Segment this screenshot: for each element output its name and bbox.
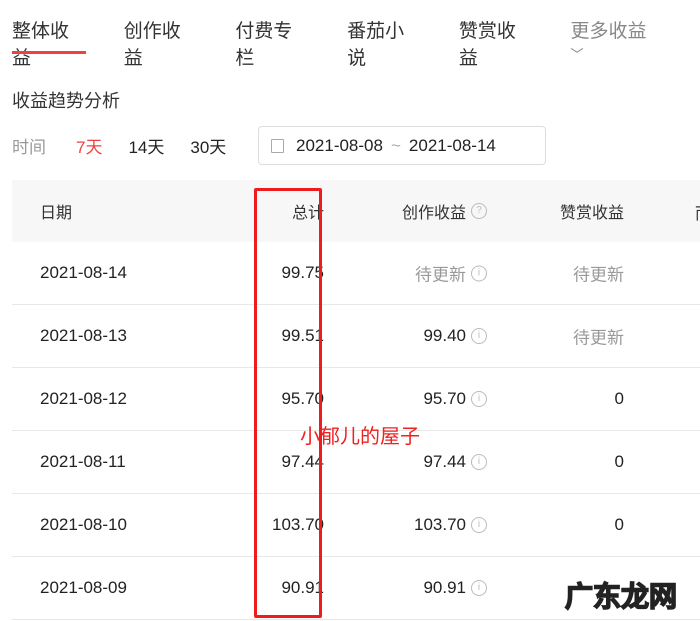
row-creation: 103.70 i: [414, 515, 487, 535]
info-icon[interactable]: i: [471, 328, 487, 344]
row-creation-value: 97.44: [423, 452, 466, 471]
time-label: 时间: [12, 137, 46, 157]
row-reward: 待更新: [573, 265, 624, 285]
header-creation: 创作收益?: [402, 199, 487, 223]
earnings-table: 日期 总计 创作收益? 赞赏收益 2021-08-14 99.75 待更新 i 待…: [12, 180, 700, 620]
info-icon[interactable]: i: [471, 580, 487, 596]
tab-more[interactable]: 更多收益 ﹀: [570, 16, 662, 62]
option-14d[interactable]: 14天: [128, 133, 164, 158]
info-icon[interactable]: i: [471, 517, 487, 533]
option-30d[interactable]: 30天: [190, 133, 226, 158]
tab-reward[interactable]: 赞赏收益: [459, 16, 533, 69]
tab-more-label: 更多收益: [570, 21, 647, 42]
tab-creation[interactable]: 创作收益: [124, 16, 198, 69]
row-date: 2021-08-11: [40, 452, 126, 471]
table-row: 2021-08-13 99.51 99.40 i 待更新: [12, 305, 700, 368]
info-icon[interactable]: i: [471, 265, 487, 281]
tab-overall[interactable]: 整体收益: [12, 16, 86, 69]
row-date: 2021-08-10: [40, 515, 127, 534]
row-creation: 待更新 i: [415, 261, 487, 286]
row-reward: 0: [614, 452, 624, 471]
highlight-box: [254, 188, 322, 618]
date-range-picker[interactable]: 2021-08-08 ~ 2021-08-14: [258, 126, 546, 165]
site-watermark: 广东龙网: [564, 580, 678, 613]
header-date: 日期: [40, 205, 73, 222]
info-icon[interactable]: i: [471, 454, 487, 470]
table-row: 2021-08-10 103.70 103.70 i 0: [12, 494, 700, 557]
header-creation-label: 创作收益: [401, 205, 466, 222]
start-date: 2021-08-08: [296, 135, 383, 155]
calendar-icon: [271, 138, 284, 153]
section-title: 收益趋势分析: [12, 91, 120, 111]
row-creation-value: 待更新: [415, 265, 466, 285]
watermark: 小郁儿的屋子: [300, 426, 420, 448]
row-creation: 95.70 i: [423, 389, 487, 409]
row-reward: 待更新: [573, 328, 624, 348]
header-cutoff: 而: [695, 200, 700, 224]
row-creation: 99.40 i: [423, 326, 487, 346]
row-date: 2021-08-14: [40, 263, 127, 282]
row-creation-value: 99.40: [423, 326, 466, 345]
row-date: 2021-08-09: [40, 578, 127, 597]
info-icon[interactable]: i: [471, 391, 487, 407]
table-header: 日期 总计 创作收益? 赞赏收益: [12, 180, 700, 242]
row-date: 2021-08-13: [40, 326, 127, 345]
tab-paid-column[interactable]: 付费专栏: [235, 16, 309, 69]
row-creation-value: 103.70: [414, 515, 466, 534]
row-creation: 90.91 i: [423, 578, 487, 598]
table-row: 2021-08-14 99.75 待更新 i 待更新: [12, 242, 700, 305]
row-reward: 0: [614, 515, 624, 534]
range-separator: ~: [390, 135, 401, 155]
header-reward: 赞赏收益: [559, 205, 624, 222]
help-icon[interactable]: ?: [471, 203, 487, 219]
row-creation: 97.44 i: [423, 452, 487, 472]
option-7d[interactable]: 7天: [76, 133, 102, 158]
tab-bar: 整体收益 创作收益 付费专栏 番茄小说 赞赏收益 更多收益 ﹀: [12, 16, 700, 69]
row-reward: 0: [614, 389, 624, 408]
row-date: 2021-08-12: [40, 389, 127, 408]
tab-tomato-novel[interactable]: 番茄小说: [347, 16, 421, 69]
row-creation-value: 90.91: [423, 578, 466, 597]
chevron-down-icon: ﹀: [570, 47, 584, 62]
end-date: 2021-08-14: [408, 135, 496, 155]
time-filter: 时间 7天 14天 30天: [12, 126, 246, 164]
row-creation-value: 95.70: [423, 389, 466, 408]
